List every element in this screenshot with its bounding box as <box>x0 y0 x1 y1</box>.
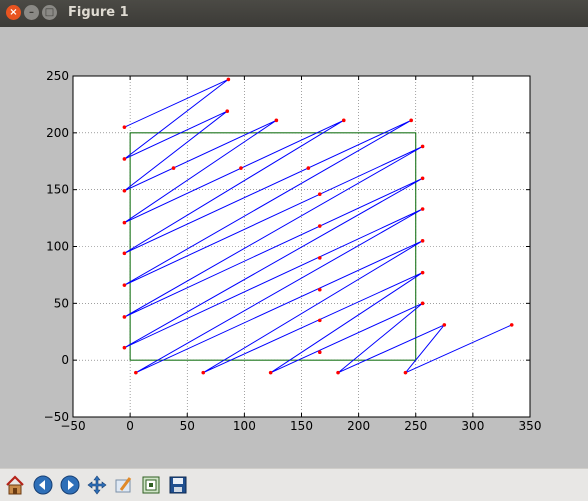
back-arrow-icon <box>33 475 52 494</box>
pan-button[interactable] <box>84 472 109 497</box>
y-tick-label: 250 <box>46 69 69 83</box>
data-point <box>317 256 322 260</box>
data-point <box>226 77 231 82</box>
navigation-toolbar <box>0 468 588 501</box>
x-tick-label: 250 <box>404 419 427 433</box>
data-point <box>171 166 176 170</box>
data-point <box>409 118 413 123</box>
data-point <box>239 166 243 170</box>
home-icon <box>5 474 24 494</box>
data-point <box>134 370 138 375</box>
data-point <box>274 118 279 123</box>
data-point <box>420 301 425 306</box>
x-tick-label: 150 <box>290 419 313 433</box>
data-point <box>420 270 425 275</box>
x-tick-label: 0 <box>126 419 134 433</box>
minimize-window-button[interactable]: – <box>24 5 39 20</box>
x-tick-label: 350 <box>519 419 542 433</box>
data-point <box>317 350 322 355</box>
data-point <box>317 287 322 292</box>
data-point <box>420 239 425 243</box>
data-point <box>306 166 311 170</box>
window-titlebar: × – □ Figure 1 <box>0 0 588 27</box>
data-point <box>122 315 127 319</box>
y-tick-label: 50 <box>54 296 69 310</box>
data-point <box>336 370 340 375</box>
data-point <box>122 189 127 193</box>
data-point <box>122 345 127 350</box>
back-button[interactable] <box>30 472 55 497</box>
figure-canvas[interactable]: −50 0 50 100 150 200 250 300 350 −50 0 50 100 150 200 2… <box>0 27 588 468</box>
data-point <box>122 220 127 225</box>
y-tick-label: −50 <box>44 410 69 424</box>
data-point <box>122 125 127 129</box>
data-point <box>509 323 514 327</box>
zoom-button[interactable] <box>111 472 136 497</box>
y-tick-label: 200 <box>46 126 69 140</box>
data-point <box>122 283 127 287</box>
maximize-window-button[interactable]: □ <box>42 5 57 20</box>
data-point <box>122 251 127 256</box>
data-point <box>420 207 425 211</box>
x-tick-label: 50 <box>180 419 195 433</box>
save-icon <box>169 476 186 493</box>
save-button[interactable] <box>165 472 190 497</box>
x-tick-label: 100 <box>233 419 256 433</box>
plot-svg: −50 0 50 100 150 200 250 300 350−500501001502002… <box>44 69 542 433</box>
subplots-icon <box>142 476 159 493</box>
pan-icon <box>87 475 106 494</box>
data-point <box>403 370 408 375</box>
data-point <box>225 109 230 114</box>
data-point <box>122 157 127 161</box>
data-point <box>341 118 346 123</box>
x-tick-label: 300 <box>461 419 484 433</box>
data-point <box>317 318 322 323</box>
data-point <box>201 370 206 375</box>
data-point <box>317 224 322 228</box>
data-point <box>420 144 425 149</box>
window-title: Figure 1 <box>68 5 129 20</box>
zoom-icon <box>115 476 131 492</box>
y-tick-label: 100 <box>46 240 69 254</box>
y-tick-label: 0 <box>61 353 69 367</box>
x-tick-label: 200 <box>347 419 370 433</box>
close-window-button[interactable]: × <box>6 5 21 20</box>
forward-arrow-icon <box>60 475 79 494</box>
subplots-button[interactable] <box>138 472 163 497</box>
data-point <box>268 370 273 375</box>
forward-button[interactable] <box>57 472 82 497</box>
data-point <box>442 323 447 327</box>
home-button[interactable] <box>2 472 27 497</box>
data-point <box>317 192 322 197</box>
data-point <box>420 176 425 181</box>
y-tick-label: 150 <box>46 183 69 197</box>
